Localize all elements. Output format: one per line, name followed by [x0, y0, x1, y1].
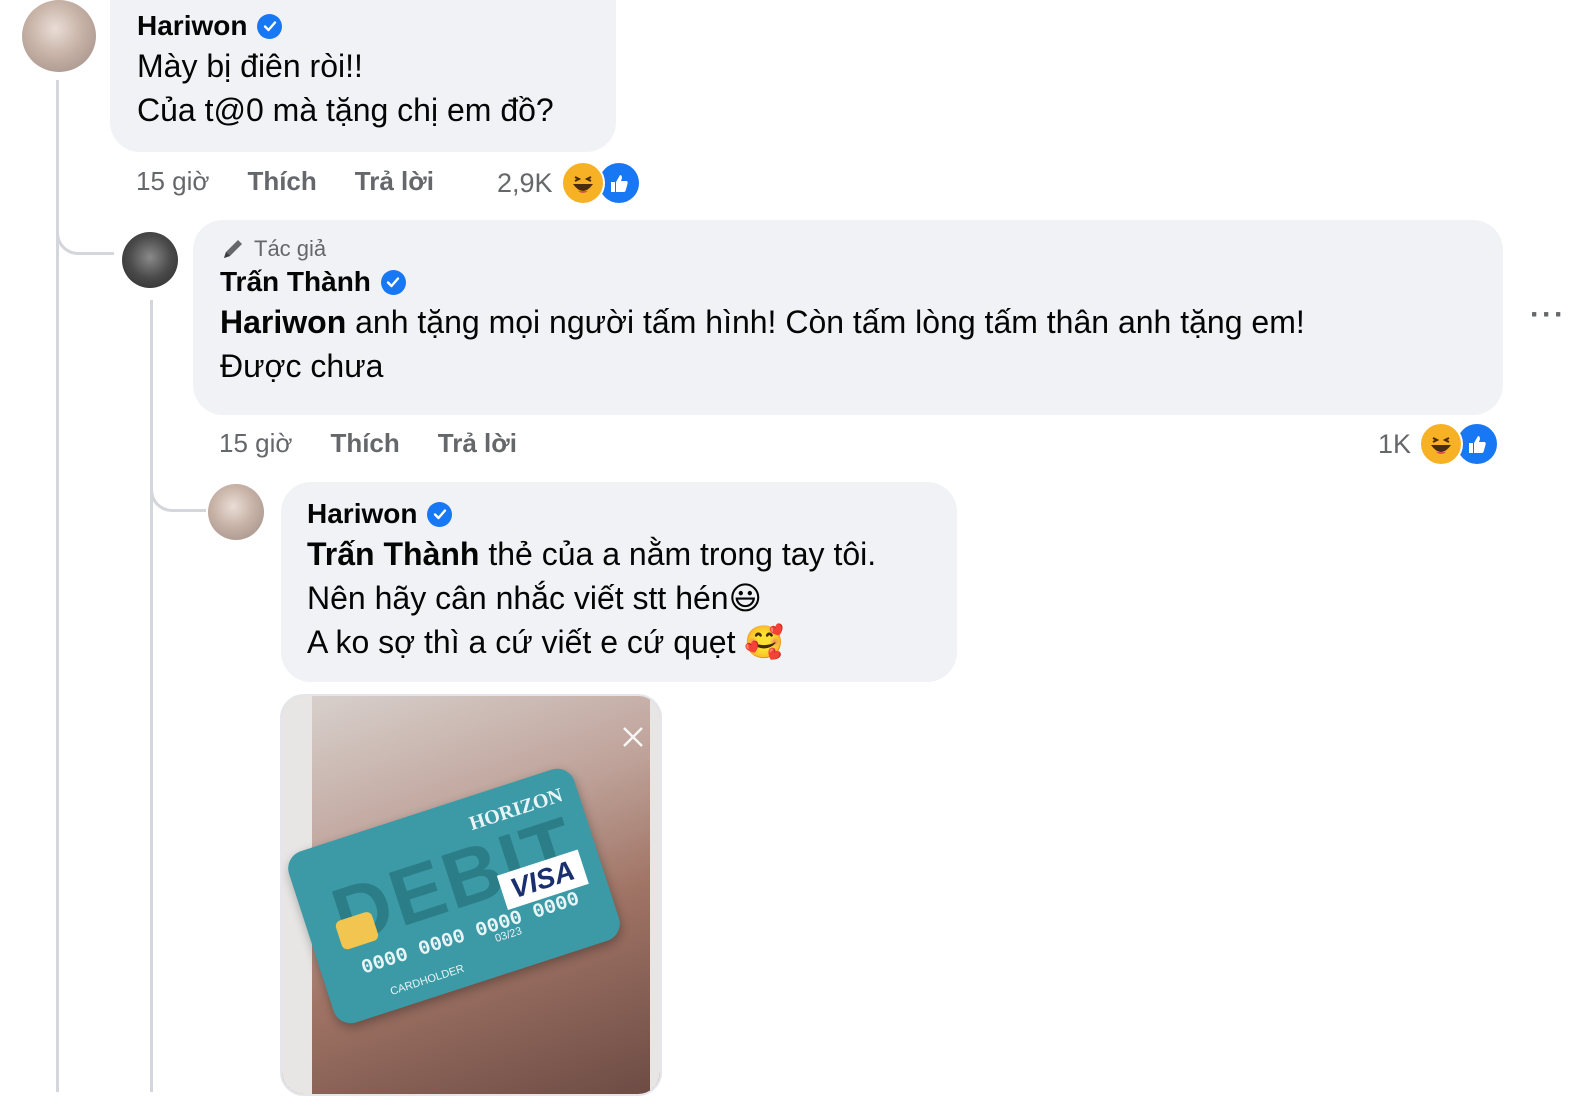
more-options-icon[interactable]: ···	[1530, 298, 1566, 332]
comment-text-line: Của t@0 mà tặng chị em đồ?	[137, 92, 554, 128]
comment-bubble: Tác giả Trấn Thành Hariwon anh tặng mọi …	[193, 220, 1503, 415]
debit-card: DEBIT HORIZON 0000 0000 0000 0000 VISA C…	[283, 764, 625, 1028]
comment-photo[interactable]: DEBIT HORIZON 0000 0000 0000 0000 VISA C…	[280, 694, 662, 1096]
close-icon[interactable]	[620, 724, 646, 750]
like-button[interactable]: Thích	[247, 166, 316, 197]
comment-actions: 15 giờ Thích Trả lời	[136, 166, 434, 197]
haha-reaction-icon	[560, 161, 605, 205]
verified-badge-icon	[427, 501, 453, 527]
comment-actions: 15 giờ Thích Trả lời	[219, 428, 517, 459]
comment-text-line: Mày bị điên ròi!!	[137, 48, 363, 84]
thread-line-reply1	[150, 300, 153, 1092]
comment-text-line: Nên hãy cân nhắc viết stt hén😃	[307, 580, 762, 616]
comment-author[interactable]: Hariwon	[137, 10, 247, 42]
reply-button[interactable]: Trả lời	[355, 166, 434, 197]
avatar[interactable]	[22, 0, 96, 72]
comment-text-line: Được chưa	[220, 348, 384, 384]
thread-connector-reply1	[56, 205, 114, 255]
verified-badge-icon	[380, 269, 406, 295]
comment-text-line: Hariwon anh tặng mọi người tấm hình! Còn…	[220, 304, 1305, 340]
verified-badge-icon	[257, 13, 283, 39]
reaction-summary[interactable]: 1K	[1378, 422, 1500, 466]
reaction-count: 2,9K	[497, 167, 553, 198]
reply-button[interactable]: Trả lời	[438, 428, 517, 459]
haha-reaction-icon	[1419, 422, 1464, 466]
mention-link[interactable]: Hariwon	[220, 304, 346, 340]
author-badge: Tác giả	[220, 236, 1305, 262]
comment-author[interactable]: Trấn Thành	[220, 266, 371, 298]
comment-text-line: Trấn Thành thẻ của a nằm trong tay tôi.	[307, 536, 877, 572]
comment-text-line: A ko sợ thì a cứ viết e cứ quẹt 🥰	[307, 624, 785, 660]
avatar[interactable]	[122, 232, 178, 288]
photo-hair-overlay	[650, 696, 660, 1094]
reaction-summary[interactable]: 2,9K	[497, 161, 641, 205]
comment-time[interactable]: 15 giờ	[219, 428, 292, 459]
like-button[interactable]: Thích	[330, 428, 399, 459]
comment-author[interactable]: Hariwon	[307, 498, 417, 530]
thread-connector-reply2	[150, 460, 206, 512]
avatar[interactable]	[208, 484, 264, 540]
pencil-icon	[224, 240, 242, 258]
comment-bubble: Hariwon Mày bị điên ròi!! Của t@0 mà tặn…	[110, 0, 616, 152]
author-badge-label: Tác giả	[254, 236, 327, 261]
reaction-count: 1K	[1378, 428, 1412, 459]
mention-link[interactable]: Trấn Thành	[307, 536, 479, 572]
comment-bubble: Hariwon Trấn Thành thẻ của a nằm trong t…	[281, 482, 957, 682]
comment-time[interactable]: 15 giờ	[136, 166, 209, 197]
